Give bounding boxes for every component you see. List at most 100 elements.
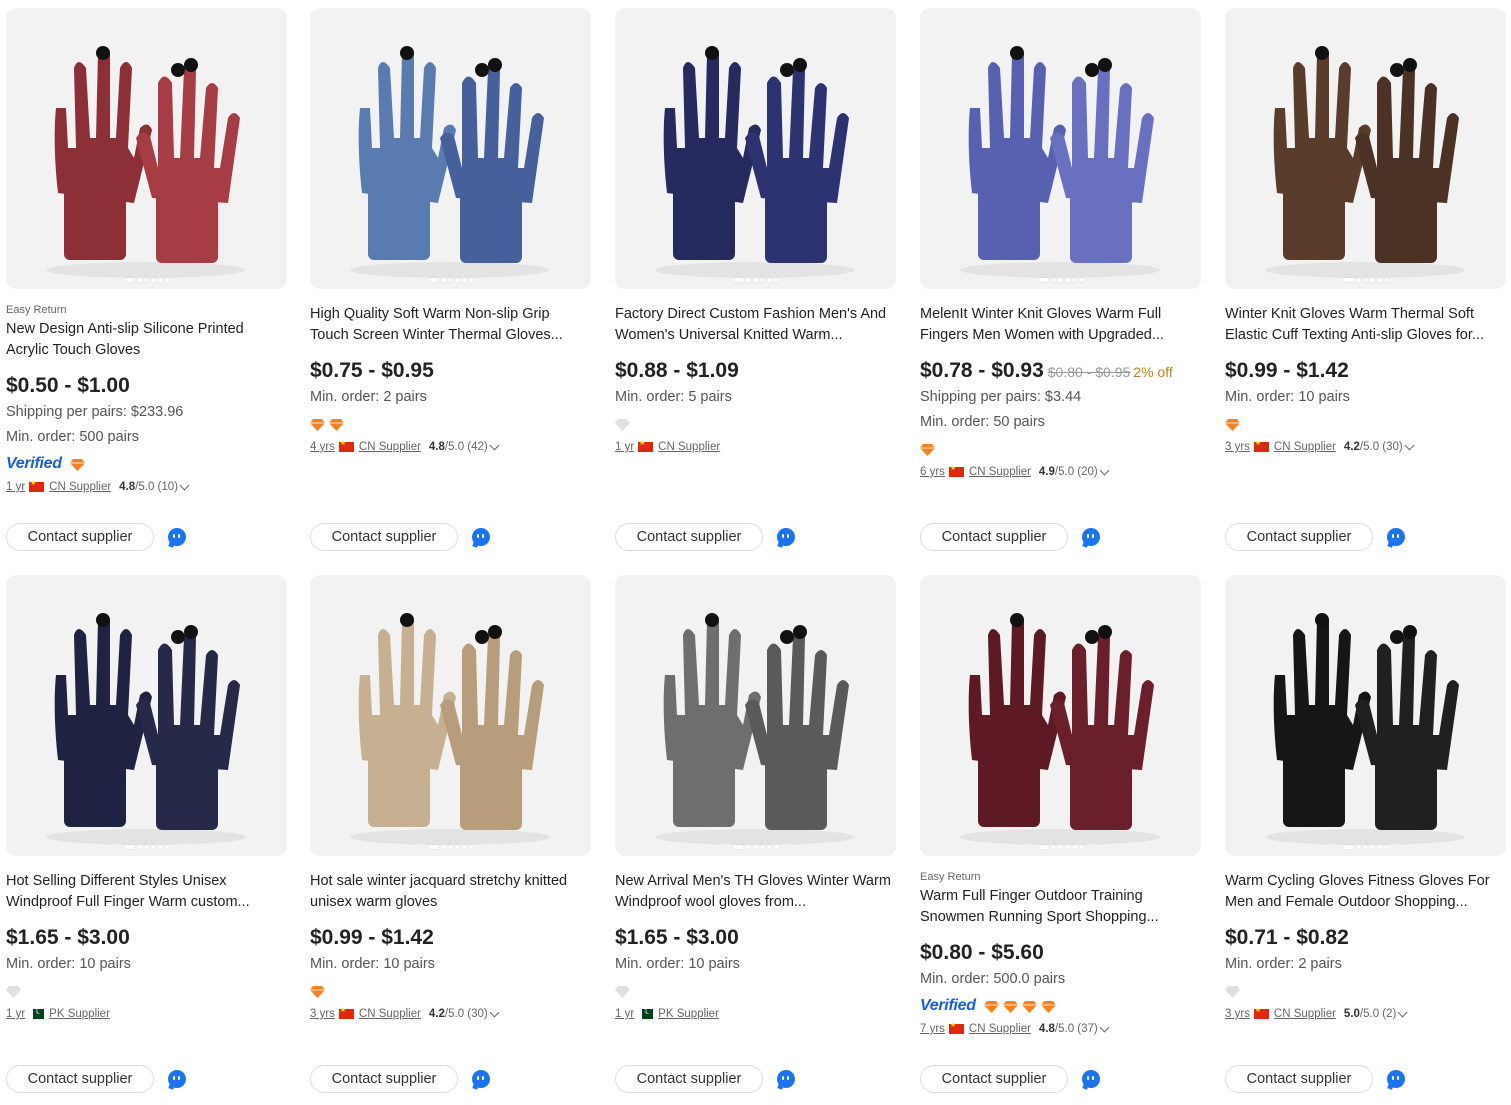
image-carousel-dots[interactable] xyxy=(733,845,778,849)
contact-supplier-button[interactable]: Contact supplier xyxy=(1225,1065,1373,1093)
supplier-rating[interactable]: 4.9/5.0 (20) xyxy=(1039,466,1098,478)
chat-icon[interactable] xyxy=(1387,528,1405,546)
product-image[interactable] xyxy=(615,8,896,289)
chat-icon[interactable] xyxy=(1082,1070,1100,1088)
price-line: $0.71 - $0.82 xyxy=(1225,926,1506,950)
supplier-years[interactable]: 1 yr xyxy=(615,441,634,453)
card-actions: Contact supplier xyxy=(615,1065,896,1093)
supplier-years[interactable]: 1 yr xyxy=(6,481,25,493)
image-carousel-dots[interactable] xyxy=(1038,845,1083,849)
supplier-years[interactable]: 1 yr xyxy=(6,1008,25,1020)
supplier-country[interactable]: CN Supplier xyxy=(49,481,111,493)
product-image[interactable] xyxy=(920,575,1201,856)
product-title[interactable]: New Arrival Men's TH Gloves Winter Warm … xyxy=(615,871,896,913)
supplier-country[interactable]: CN Supplier xyxy=(359,441,421,453)
chat-icon[interactable] xyxy=(777,528,795,546)
chat-icon[interactable] xyxy=(1082,528,1100,546)
chevron-down-icon[interactable] xyxy=(179,480,190,490)
supplier-rating[interactable]: 4.8/5.0 (37) xyxy=(1039,1023,1098,1035)
product-title[interactable]: Winter Knit Gloves Warm Thermal Soft Ela… xyxy=(1225,304,1506,346)
supplier-years[interactable]: 1 yr xyxy=(615,1008,634,1020)
supplier-years[interactable]: 6 yrs xyxy=(920,466,945,478)
product-title[interactable]: New Design Anti-slip Silicone Printed Ac… xyxy=(6,319,287,361)
supplier-rating[interactable]: 4.8/5.0 (10) xyxy=(119,481,178,493)
image-carousel-dots[interactable] xyxy=(1343,278,1388,282)
supplier-years[interactable]: 3 yrs xyxy=(310,1008,335,1020)
supplier-rating[interactable]: 5.0/5.0 (2) xyxy=(1344,1008,1396,1020)
product-card[interactable]: High Quality Soft Warm Non-slip Grip Tou… xyxy=(310,8,591,551)
image-carousel-dots[interactable] xyxy=(1343,845,1388,849)
product-card[interactable]: Hot Selling Different Styles Unisex Wind… xyxy=(6,575,287,1093)
supplier-country[interactable]: CN Supplier xyxy=(1274,1008,1336,1020)
product-title[interactable]: Warm Full Finger Outdoor Training Snowme… xyxy=(920,886,1201,928)
chevron-down-icon[interactable] xyxy=(489,1007,500,1017)
product-image[interactable] xyxy=(1225,575,1506,856)
contact-supplier-button[interactable]: Contact supplier xyxy=(6,1065,154,1093)
chat-icon[interactable] xyxy=(168,1070,186,1088)
price: $0.88 - $1.09 xyxy=(615,359,739,382)
supplier-years[interactable]: 3 yrs xyxy=(1225,1008,1250,1020)
supplier-years[interactable]: 3 yrs xyxy=(1225,441,1250,453)
supplier-rating[interactable]: 4.2/5.0 (30) xyxy=(1344,441,1403,453)
product-image[interactable] xyxy=(1225,8,1506,289)
product-title[interactable]: Hot sale winter jacquard stretchy knitte… xyxy=(310,871,591,913)
product-card[interactable]: Winter Knit Gloves Warm Thermal Soft Ela… xyxy=(1225,8,1506,551)
supplier-country[interactable]: CN Supplier xyxy=(658,441,720,453)
contact-supplier-button[interactable]: Contact supplier xyxy=(1225,523,1373,551)
contact-supplier-button[interactable]: Contact supplier xyxy=(920,523,1068,551)
product-image[interactable] xyxy=(6,575,287,856)
supplier-country[interactable]: CN Supplier xyxy=(969,1023,1031,1035)
image-carousel-dots[interactable] xyxy=(1038,278,1083,282)
contact-supplier-button[interactable]: Contact supplier xyxy=(615,1065,763,1093)
image-carousel-dots[interactable] xyxy=(124,845,169,849)
supplier-country[interactable]: PK Supplier xyxy=(49,1008,110,1020)
price: $0.99 - $1.42 xyxy=(310,926,434,949)
chat-icon[interactable] xyxy=(777,1070,795,1088)
contact-supplier-button[interactable]: Contact supplier xyxy=(615,523,763,551)
product-card[interactable]: Easy Return New Design Anti-slip Silicon… xyxy=(6,8,287,551)
original-price: $0.80 - $0.95 xyxy=(1047,364,1131,380)
supplier-country[interactable]: CN Supplier xyxy=(1274,441,1336,453)
product-card[interactable]: Factory Direct Custom Fashion Men's And … xyxy=(615,8,896,551)
product-card[interactable]: Warm Cycling Gloves Fitness Gloves For M… xyxy=(1225,575,1506,1093)
contact-supplier-button[interactable]: Contact supplier xyxy=(920,1065,1068,1093)
supplier-rating[interactable]: 4.8/5.0 (42) xyxy=(429,441,488,453)
chat-icon[interactable] xyxy=(1387,1070,1405,1088)
product-title[interactable]: MelenIt Winter Knit Gloves Warm Full Fin… xyxy=(920,304,1201,346)
supplier-rating[interactable]: 4.2/5.0 (30) xyxy=(429,1008,488,1020)
product-title[interactable]: High Quality Soft Warm Non-slip Grip Tou… xyxy=(310,304,591,346)
chevron-down-icon[interactable] xyxy=(1099,1022,1110,1032)
product-card[interactable]: MelenIt Winter Knit Gloves Warm Full Fin… xyxy=(920,8,1201,551)
product-image[interactable] xyxy=(920,8,1201,289)
chat-icon[interactable] xyxy=(168,528,186,546)
image-carousel-dots[interactable] xyxy=(428,845,473,849)
supplier-country[interactable]: PK Supplier xyxy=(658,1008,719,1020)
supplier-years[interactable]: 4 yrs xyxy=(310,441,335,453)
chevron-down-icon[interactable] xyxy=(1404,440,1415,450)
product-card[interactable]: New Arrival Men's TH Gloves Winter Warm … xyxy=(615,575,896,1093)
chat-icon[interactable] xyxy=(472,528,490,546)
product-image[interactable] xyxy=(310,575,591,856)
product-card[interactable]: Hot sale winter jacquard stretchy knitte… xyxy=(310,575,591,1093)
product-title[interactable]: Factory Direct Custom Fashion Men's And … xyxy=(615,304,896,346)
min-order: Min. order: 500.0 pairs xyxy=(920,971,1066,987)
image-carousel-dots[interactable] xyxy=(733,278,778,282)
contact-supplier-button[interactable]: Contact supplier xyxy=(310,1065,458,1093)
contact-supplier-button[interactable]: Contact supplier xyxy=(6,523,154,551)
image-carousel-dots[interactable] xyxy=(124,278,169,282)
product-title[interactable]: Hot Selling Different Styles Unisex Wind… xyxy=(6,871,287,913)
supplier-years[interactable]: 7 yrs xyxy=(920,1023,945,1035)
supplier-country[interactable]: CN Supplier xyxy=(969,466,1031,478)
contact-supplier-button[interactable]: Contact supplier xyxy=(310,523,458,551)
product-image[interactable] xyxy=(310,8,591,289)
product-card[interactable]: Easy Return Warm Full Finger Outdoor Tra… xyxy=(920,575,1201,1093)
product-title[interactable]: Warm Cycling Gloves Fitness Gloves For M… xyxy=(1225,871,1506,913)
supplier-country[interactable]: CN Supplier xyxy=(359,1008,421,1020)
product-image[interactable] xyxy=(615,575,896,856)
chevron-down-icon[interactable] xyxy=(1099,465,1110,475)
chat-icon[interactable] xyxy=(472,1070,490,1088)
chevron-down-icon[interactable] xyxy=(489,440,500,450)
chevron-down-icon[interactable] xyxy=(1397,1007,1408,1017)
product-image[interactable] xyxy=(6,8,287,289)
image-carousel-dots[interactable] xyxy=(428,278,473,282)
